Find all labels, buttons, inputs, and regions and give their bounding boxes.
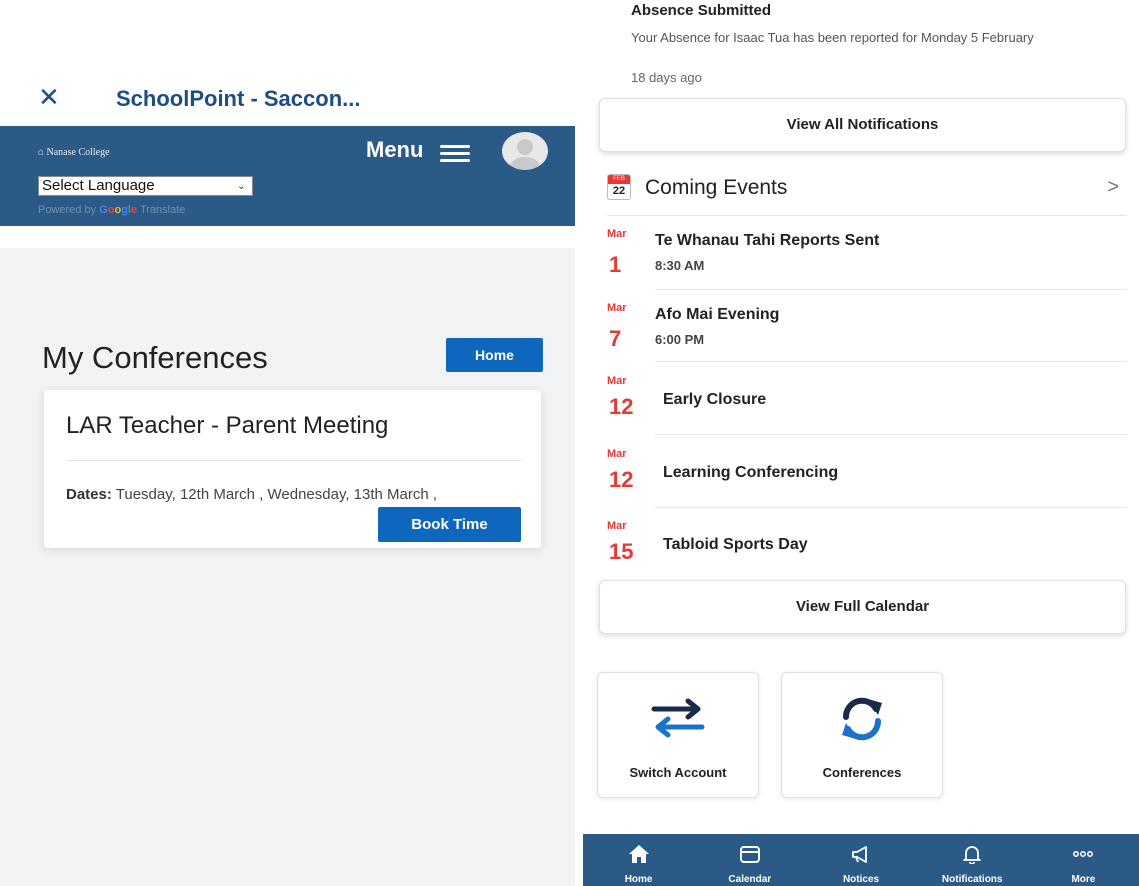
megaphone-icon [852,846,867,863]
chevron-down-icon: ⌄ [236,180,246,192]
coming-events-header[interactable]: FEB 22 Coming Events > [607,172,1127,216]
language-select[interactable]: Select Language ⌄ [38,176,253,196]
college-name: ⌂ Nanase College [38,147,110,158]
home-icon [628,845,649,863]
chevron-right-icon: > [1107,176,1119,198]
book-time-button[interactable]: Book Time [378,507,521,542]
calendar-icon: FEB 22 [607,174,631,200]
divider [66,460,521,461]
window-title: SchoolPoint - Saccon... [116,86,361,111]
nav-calendar[interactable]: Calendar [694,834,805,886]
nav-notices[interactable]: Notices [805,834,916,886]
nav-more[interactable]: More [1028,834,1139,886]
bell-icon [963,846,982,864]
view-full-calendar-button[interactable]: View Full Calendar [599,580,1126,634]
menu-button[interactable]: Menu [366,137,423,163]
event-item[interactable]: Mar 12 Early Closure [607,363,1127,435]
conference-dates: Dates: Tuesday, 12th March , Wednesday, … [66,486,438,503]
conferences-tile[interactable]: Conferences [781,672,943,798]
calendar-icon [739,846,760,863]
conference-card: LAR Teacher - Parent Meeting Dates: Tues… [44,390,541,548]
avatar[interactable] [502,132,548,170]
hamburger-icon[interactable] [440,145,470,162]
conferences-web-view: ✕ SchoolPoint - Saccon... ⌂ Nanase Colle… [0,0,575,886]
event-item[interactable]: Mar 1 Te Whanau Tahi Reports Sent 8:30 A… [607,218,1127,290]
page-title: My Conferences [42,340,268,375]
nav-notifications[interactable]: Notifications [917,834,1028,886]
notification-time: 18 days ago [631,70,702,85]
view-all-notifications-button[interactable]: View All Notifications [599,98,1126,152]
home-button[interactable]: Home [446,338,543,372]
bottom-navigation: Home Calendar Notices Notifications More [583,834,1139,886]
nav-home[interactable]: Home [583,834,694,886]
more-icon [1073,851,1094,857]
coming-events-title: Coming Events [645,176,788,199]
switch-arrows-icon [651,698,705,738]
switch-account-tile[interactable]: Switch Account [597,672,759,798]
event-item[interactable]: Mar 12 Learning Conferencing [607,436,1127,508]
powered-by-google: Powered by Google Translate [38,204,186,216]
close-icon[interactable]: ✕ [38,84,60,110]
notification-title: Absence Submitted [631,2,772,19]
event-item[interactable]: Mar 15 Tabloid Sports Day [607,508,1127,580]
conference-title: LAR Teacher - Parent Meeting [66,412,389,439]
refresh-icon [842,697,882,741]
app-home-screen: Absence Submitted Your Absence for Isaac… [583,0,1139,886]
notification-text: Your Absence for Isaac Tua has been repo… [631,30,1034,45]
event-item[interactable]: Mar 7 Afo Mai Evening 6:00 PM [607,290,1127,362]
